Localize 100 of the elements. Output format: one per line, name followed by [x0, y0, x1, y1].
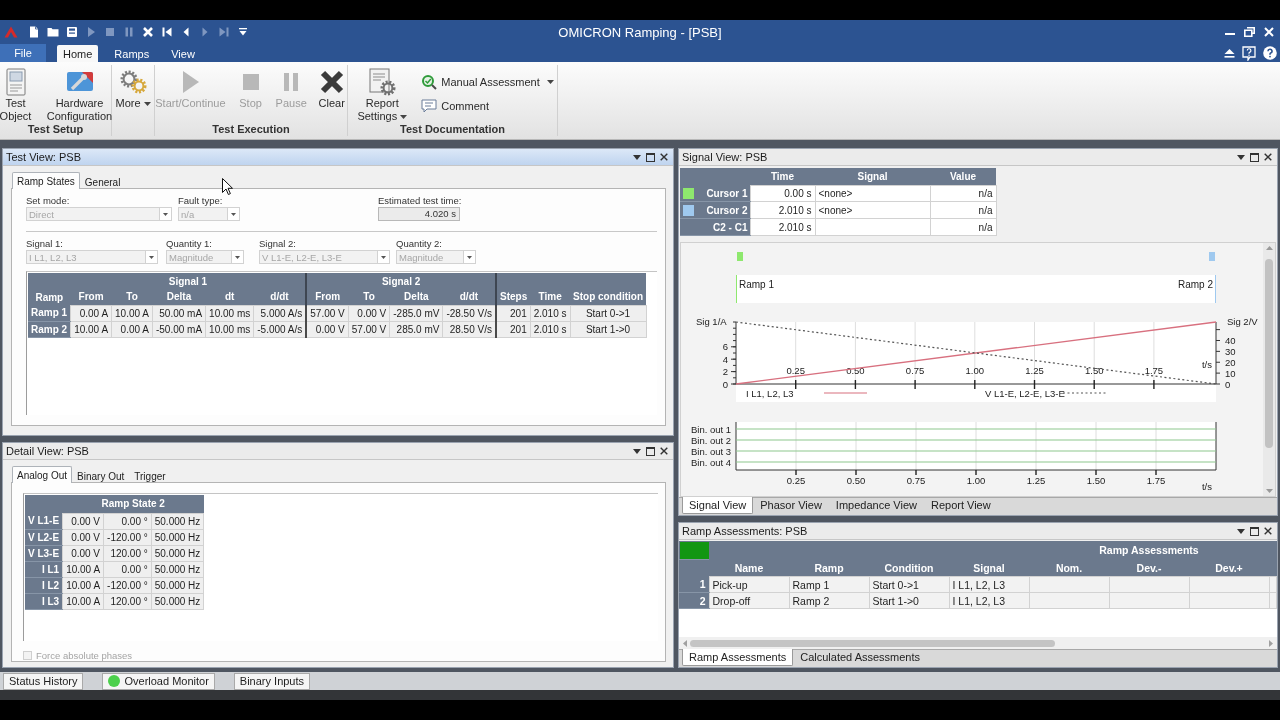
- caret-icon: [546, 80, 554, 84]
- test-object-button[interactable]: Test Object: [0, 65, 39, 123]
- dock-tab[interactable]: Binary Inputs: [233, 672, 311, 690]
- collapse-ribbon-icon[interactable]: [1224, 48, 1235, 58]
- skip-back-icon[interactable]: [161, 26, 173, 38]
- dock-tab[interactable]: Overload Monitor: [102, 672, 215, 690]
- ribbon-tab[interactable]: Ramps: [108, 45, 156, 62]
- panel-menu-caret-icon[interactable]: [1237, 528, 1245, 534]
- legend-label: V L1-E, L2-E, L3-E: [985, 388, 1065, 399]
- table-cell: 50.000 Hz: [151, 513, 204, 529]
- open-folder-icon[interactable]: [47, 26, 59, 38]
- table-cell: 10.00 A: [111, 305, 153, 321]
- more-button[interactable]: More: [112, 65, 154, 110]
- column-header: Delta: [389, 289, 443, 305]
- column-header: To: [348, 289, 390, 305]
- page-tab[interactable]: Trigger: [129, 468, 171, 483]
- tick-label: 0.25: [786, 475, 806, 486]
- table-title: Ramp State 2: [62, 495, 204, 513]
- panel-title: Signal View: PSB: [682, 151, 768, 163]
- restore-icon[interactable]: [1244, 27, 1255, 37]
- column-header: Ramp: [28, 289, 71, 305]
- bottom-tab[interactable]: Report View: [923, 497, 998, 513]
- panel-title: Ramp Assessments: PSB: [682, 525, 808, 537]
- tick-label: 1.75: [1146, 475, 1166, 486]
- table-cell: n/a: [930, 185, 996, 202]
- close-icon[interactable]: [660, 153, 668, 161]
- column-header: d/dt: [442, 289, 496, 305]
- ribbon-tab[interactable]: View: [165, 45, 201, 62]
- row-header: Cursor 2: [706, 204, 748, 216]
- ramp-label: Ramp 2: [1178, 279, 1213, 290]
- axis-title: t/s: [1201, 481, 1212, 492]
- file-tab[interactable]: File: [0, 44, 46, 62]
- cross-icon[interactable]: [142, 26, 154, 38]
- row-header: Cursor 1: [706, 187, 748, 199]
- table-cell: Start 0->1: [570, 305, 647, 321]
- table-cell: 57.00 V: [306, 305, 349, 321]
- table-cell: -285.0 mV: [389, 305, 443, 321]
- tick-label: 0.25: [786, 365, 805, 376]
- report-settings-button[interactable]: Report Settings: [349, 65, 416, 123]
- page-tab[interactable]: Ramp States: [12, 172, 80, 189]
- panel-menu-caret-icon[interactable]: [633, 448, 641, 454]
- customize-caret-icon[interactable]: [237, 26, 249, 38]
- maximize-icon[interactable]: [646, 446, 655, 456]
- bottom-tab[interactable]: Ramp Assessments: [682, 649, 794, 666]
- panel-menu-caret-icon[interactable]: [633, 154, 641, 160]
- cursor-handle-icon[interactable]: [737, 252, 743, 261]
- field-label: Quantity 2:: [396, 238, 443, 250]
- ribbon-tab[interactable]: Home: [57, 45, 99, 62]
- help-icon[interactable]: [1263, 46, 1277, 60]
- row-header: V L1-E: [25, 513, 63, 529]
- column-header: Time: [750, 168, 815, 185]
- comment-button[interactable]: Comment: [419, 98, 556, 114]
- column-header: dt: [205, 289, 254, 305]
- tick-label: 1.50: [1084, 365, 1104, 376]
- caret-icon: [163, 212, 168, 216]
- tick-label: 6: [722, 341, 728, 353]
- maximize-icon[interactable]: [1250, 526, 1259, 536]
- tick-label: 1.25: [1025, 365, 1044, 376]
- field-label: Fault type:: [178, 195, 224, 207]
- panel-title: Detail View: PSB: [6, 445, 89, 457]
- cursor-handle-icon[interactable]: [1209, 252, 1215, 261]
- page-tab[interactable]: General: [79, 174, 126, 189]
- column-header: From: [70, 289, 112, 305]
- manual-assessment-button[interactable]: Manual Assessment: [419, 74, 556, 90]
- caret-icon: [231, 212, 236, 216]
- maximize-icon[interactable]: [1250, 152, 1259, 162]
- bottom-tab[interactable]: Phasor View: [753, 497, 829, 513]
- panel-title: Test View: PSB: [6, 151, 81, 163]
- panel-menu-caret-icon[interactable]: [1237, 154, 1245, 160]
- tick-label: 1.50: [1086, 475, 1106, 486]
- field-label: Set mode:: [26, 195, 71, 207]
- column-group-header: Signal 1: [70, 273, 307, 289]
- close-icon[interactable]: [1264, 153, 1272, 161]
- close-icon[interactable]: [1264, 527, 1272, 535]
- column-header: d/dt: [253, 289, 307, 305]
- column-header: From: [306, 289, 349, 305]
- group-label: Test Execution: [211, 122, 291, 136]
- table-cell: 2.010 s: [530, 305, 571, 321]
- tick-label: 1.25: [1026, 475, 1046, 486]
- lane-label: Bin. out 3: [691, 445, 732, 457]
- lane-label: Bin. out 1: [691, 423, 732, 435]
- tick-label: 0.75: [906, 475, 926, 486]
- field-label: Quantity 1:: [166, 238, 213, 250]
- column-header: To: [111, 289, 153, 305]
- field-label: Signal 1:: [26, 238, 64, 250]
- page-tab[interactable]: Binary Out: [72, 468, 130, 483]
- bottom-tab[interactable]: Impedance View: [828, 497, 924, 513]
- bottom-tab[interactable]: Signal View: [682, 497, 754, 514]
- close-icon[interactable]: [660, 447, 668, 455]
- column-header: Steps: [496, 289, 531, 305]
- bottom-tab[interactable]: Calculated Assessments: [793, 649, 928, 665]
- clear-button[interactable]: Clear: [313, 65, 350, 110]
- new-document-icon[interactable]: [28, 26, 40, 38]
- maximize-icon[interactable]: [646, 152, 655, 162]
- page-tab[interactable]: Analog Out: [12, 466, 73, 483]
- help-topic-icon[interactable]: [1242, 45, 1256, 61]
- checkbox-label: Force absolute phases: [36, 650, 133, 661]
- dock-tab[interactable]: Status History: [3, 672, 84, 690]
- save-icon[interactable]: [66, 26, 78, 38]
- axis-title: Sig 1/A: [696, 316, 727, 327]
